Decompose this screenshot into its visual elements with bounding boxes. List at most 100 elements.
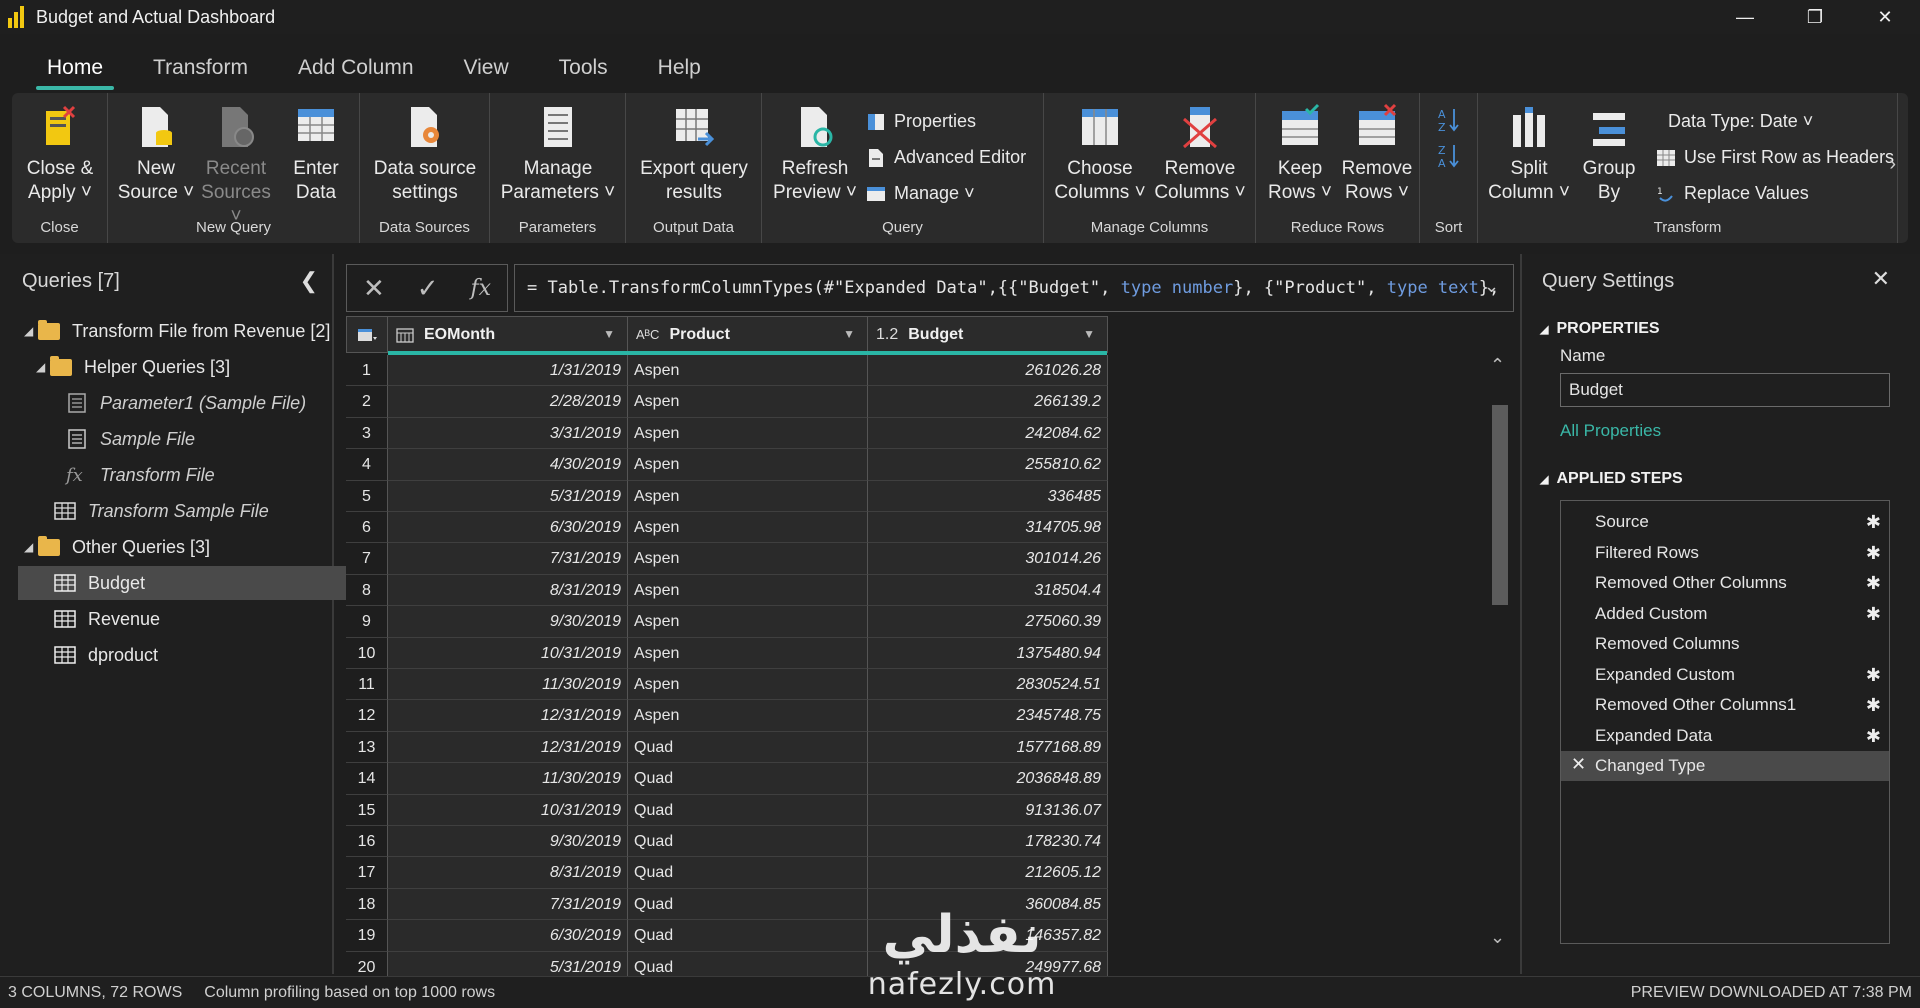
collapse-triangle-icon[interactable]: ◢ xyxy=(36,360,50,374)
cell-eomonth[interactable]: 10/31/2019 xyxy=(388,637,628,669)
folder-other-queries[interactable]: ◢ Other Queries [3] xyxy=(0,530,332,564)
cell-product[interactable]: Quad xyxy=(628,826,868,858)
close-pane-icon[interactable]: ✕ xyxy=(1872,266,1890,292)
split-column-button[interactable]: Split Column ˅ xyxy=(1486,103,1572,205)
data-type-dropdown[interactable]: Data Type: Date ˅ xyxy=(1668,111,1813,132)
cell-budget[interactable]: 266139.2 xyxy=(868,386,1108,418)
collapse-triangle-icon[interactable]: ◢ xyxy=(24,540,38,554)
cell-budget[interactable]: 314705.98 xyxy=(868,512,1108,544)
cancel-formula-icon[interactable]: ✕ xyxy=(363,273,385,304)
cell-budget[interactable]: 261026.28 xyxy=(868,355,1108,387)
properties-button[interactable]: Properties xyxy=(866,111,976,132)
query-budget[interactable]: Budget xyxy=(18,566,348,600)
properties-header[interactable]: ◢ PROPERTIES xyxy=(1540,320,1660,338)
cell-product[interactable]: Quad xyxy=(628,794,868,826)
row-number[interactable]: 16 xyxy=(346,826,388,858)
row-number[interactable]: 2 xyxy=(346,386,388,418)
cell-eomonth[interactable]: 3/31/2019 xyxy=(388,417,628,450)
minimize-button[interactable]: — xyxy=(1710,0,1780,34)
column-header-eomonth[interactable]: EOMonth ▼ xyxy=(388,316,628,353)
tab-tools[interactable]: Tools xyxy=(534,56,633,90)
cell-eomonth[interactable]: 6/30/2019 xyxy=(388,920,628,952)
cell-budget[interactable]: 913136.07 xyxy=(868,794,1108,826)
step-settings-gear-icon[interactable]: ✱ xyxy=(1866,726,1881,747)
step-settings-gear-icon[interactable]: ✱ xyxy=(1866,573,1881,594)
cell-product[interactable]: Aspen xyxy=(628,543,868,575)
row-number[interactable]: 9 xyxy=(346,606,388,638)
applied-steps-header[interactable]: ◢ APPLIED STEPS xyxy=(1540,470,1683,488)
table-menu-button[interactable] xyxy=(346,316,388,353)
group-by-button[interactable]: Group By xyxy=(1574,103,1644,205)
ribbon-scroll-right-icon[interactable]: › xyxy=(1889,153,1896,176)
enter-data-button[interactable]: Enter Data xyxy=(276,103,356,205)
cell-budget[interactable]: 1375480.94 xyxy=(868,637,1108,669)
cell-budget[interactable]: 2830524.51 xyxy=(868,669,1108,701)
row-number[interactable]: 5 xyxy=(346,480,388,512)
cell-eomonth[interactable]: 4/30/2019 xyxy=(388,449,628,481)
tab-view[interactable]: View xyxy=(439,56,534,90)
row-number[interactable]: 3 xyxy=(346,417,388,450)
cell-product[interactable]: Aspen xyxy=(628,417,868,450)
folder-transform-file[interactable]: ◢ Transform File from Revenue [2] xyxy=(0,314,332,348)
table-row[interactable]: 14 11/30/2019 Quad 2036848.89 xyxy=(346,763,1108,795)
cell-product[interactable]: Quad xyxy=(628,763,868,795)
close-apply-button[interactable]: Close & Apply ˅ xyxy=(20,103,100,205)
tab-home[interactable]: Home xyxy=(22,56,128,90)
cell-product[interactable]: Quad xyxy=(628,857,868,889)
table-row[interactable]: 6 6/30/2019 Aspen 314705.98 xyxy=(346,512,1108,544)
cell-product[interactable]: Aspen xyxy=(628,669,868,701)
query-name-input[interactable] xyxy=(1560,373,1890,407)
cell-product[interactable]: Quad xyxy=(628,920,868,952)
date-type-icon[interactable] xyxy=(396,327,414,343)
row-number[interactable]: 17 xyxy=(346,857,388,889)
refresh-preview-button[interactable]: Refresh Preview ˅ xyxy=(768,103,862,205)
replace-values-button[interactable]: 1 Replace Values xyxy=(1656,183,1809,204)
restore-button[interactable]: ❐ xyxy=(1780,0,1850,34)
cell-eomonth[interactable]: 7/31/2019 xyxy=(388,543,628,575)
cell-budget[interactable]: 178230.74 xyxy=(868,826,1108,858)
step-settings-gear-icon[interactable]: ✱ xyxy=(1866,604,1881,625)
row-number[interactable]: 10 xyxy=(346,637,388,669)
table-row[interactable]: 16 9/30/2019 Quad 178230.74 xyxy=(346,826,1108,858)
column-filter-icon[interactable]: ▼ xyxy=(603,327,615,341)
cell-budget[interactable]: 2036848.89 xyxy=(868,763,1108,795)
column-header-product[interactable]: AᴮC Product ▼ xyxy=(628,316,868,353)
row-number[interactable]: 4 xyxy=(346,449,388,481)
manage-parameters-button[interactable]: Manage Parameters ˅ xyxy=(498,103,618,205)
query-sample-file[interactable]: Sample File xyxy=(0,422,332,456)
table-row[interactable]: 17 8/31/2019 Quad 212605.12 xyxy=(346,857,1108,889)
close-window-button[interactable]: ✕ xyxy=(1850,0,1920,34)
decimal-type-icon[interactable]: 1.2 xyxy=(876,326,898,344)
cell-eomonth[interactable]: 9/30/2019 xyxy=(388,606,628,638)
formula-input[interactable]: = Table.TransformColumnTypes(#"Expanded … xyxy=(514,264,1514,312)
scrollbar-thumb[interactable] xyxy=(1492,405,1508,605)
query-transform-sample-file[interactable]: Transform Sample File xyxy=(0,494,332,528)
row-number[interactable]: 1 xyxy=(346,355,388,387)
applied-step[interactable]: Removed Columns xyxy=(1561,629,1889,659)
use-first-row-headers-button[interactable]: Use First Row as Headers xyxy=(1656,147,1894,168)
cell-product[interactable]: Aspen xyxy=(628,574,868,607)
table-row[interactable]: 4 4/30/2019 Aspen 255810.62 xyxy=(346,449,1108,481)
applied-step[interactable]: Source ✱ xyxy=(1561,507,1889,537)
cell-budget[interactable]: 2345748.75 xyxy=(868,700,1108,732)
recent-sources-button[interactable]: Recent Sources ˅ xyxy=(196,103,276,229)
step-settings-gear-icon[interactable]: ✱ xyxy=(1866,665,1881,686)
cell-product[interactable]: Aspen xyxy=(628,386,868,418)
cell-eomonth[interactable]: 2/28/2019 xyxy=(388,386,628,418)
row-number[interactable]: 11 xyxy=(346,669,388,701)
choose-columns-button[interactable]: Choose Columns ˅ xyxy=(1050,103,1150,205)
row-number[interactable]: 18 xyxy=(346,888,388,921)
text-type-icon[interactable]: AᴮC xyxy=(636,327,659,342)
cell-budget[interactable]: 275060.39 xyxy=(868,606,1108,638)
all-properties-link[interactable]: All Properties xyxy=(1560,421,1661,441)
collapse-triangle-icon[interactable]: ◢ xyxy=(24,324,38,338)
query-revenue[interactable]: Revenue xyxy=(0,602,332,636)
cell-eomonth[interactable]: 12/31/2019 xyxy=(388,700,628,732)
cell-budget[interactable]: 212605.12 xyxy=(868,857,1108,889)
cell-product[interactable]: Aspen xyxy=(628,480,868,512)
cell-budget[interactable]: 301014.26 xyxy=(868,543,1108,575)
column-filter-icon[interactable]: ▼ xyxy=(1083,327,1095,341)
cell-eomonth[interactable]: 8/31/2019 xyxy=(388,574,628,607)
manage-query-button[interactable]: Manage ˅ xyxy=(866,183,975,204)
query-parameter1[interactable]: Parameter1 (Sample File) xyxy=(0,386,332,420)
